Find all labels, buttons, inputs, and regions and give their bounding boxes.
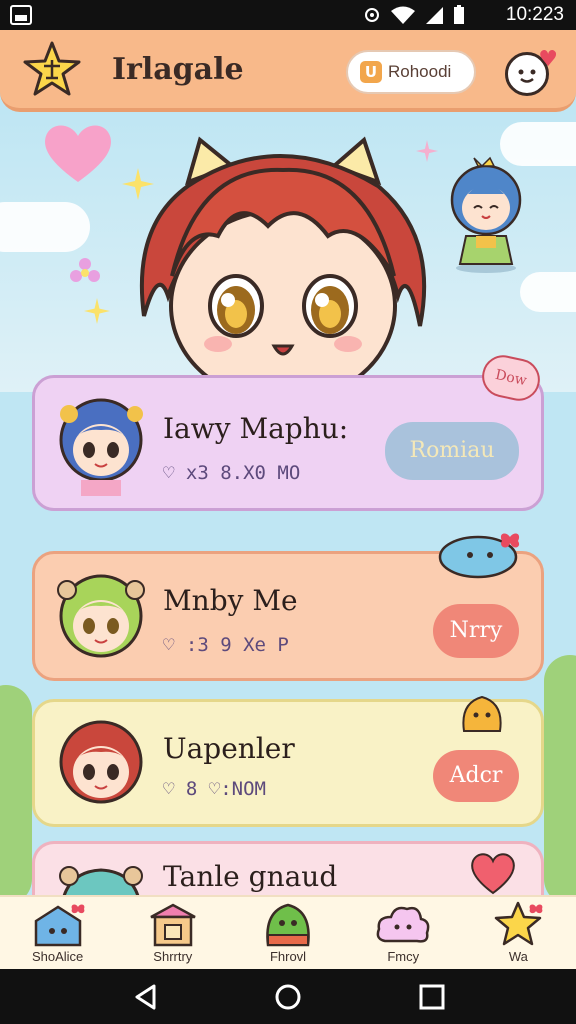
signal-icon	[426, 7, 443, 24]
item-tags: ♡ x3 8.X0 MO	[163, 462, 301, 484]
sparkle-icon	[84, 298, 110, 324]
status-icons	[362, 5, 466, 25]
item-tags: ♡ 8 ♡:NOM	[163, 778, 266, 800]
wifi-icon	[391, 6, 415, 24]
item-title: Uapenler	[163, 732, 295, 765]
app-title: Irlagale	[112, 52, 244, 87]
avatar	[59, 398, 143, 496]
app-bar: Irlagale U Rohoodi ♥	[0, 30, 576, 112]
bird-sticker	[438, 533, 520, 579]
pill-icon: U	[360, 61, 382, 83]
flower-icon	[70, 258, 100, 282]
item-action-button[interactable]: Nrry	[433, 604, 519, 658]
recents-icon[interactable]	[418, 983, 446, 1011]
system-nav-bar	[0, 969, 576, 1024]
nav-label: Shrrtry	[153, 949, 193, 964]
clock: 10:223	[505, 4, 564, 25]
hero-banner	[0, 112, 576, 392]
nav-item-shoalice[interactable]: ShoAlice	[0, 897, 115, 969]
status-bar: 10:223	[0, 0, 576, 30]
home-icon[interactable]	[274, 983, 302, 1011]
nav-label: Fhrovl	[269, 949, 307, 964]
cloud-decoration	[0, 202, 90, 252]
bottom-nav: ShoAlice Shrrtry Fhrovl Fmcy Wa	[0, 895, 576, 969]
item-title: Iawy Maphu:	[163, 412, 349, 445]
nav-item-fmcy[interactable]: Fmcy	[346, 897, 461, 969]
mini-character-illustration	[450, 156, 522, 273]
nav-item-fhrovl[interactable]: Fhrovl	[230, 897, 345, 969]
avatar	[59, 720, 143, 804]
slime-sticker	[462, 695, 502, 732]
item-title: Tanle gnaud	[163, 860, 338, 893]
battery-icon	[454, 5, 464, 24]
item-action-button[interactable]: Adcr	[433, 750, 519, 802]
house-icon	[34, 904, 84, 947]
nav-item-shrrtry[interactable]: Shrrtry	[115, 897, 230, 969]
hero-character-illustration	[139, 136, 427, 392]
avatar	[57, 574, 145, 658]
pink-heart-icon	[45, 125, 111, 182]
heart-sticker	[471, 853, 515, 895]
bush-decoration	[544, 655, 576, 905]
shop-icon	[150, 903, 196, 947]
cloud-icon	[376, 906, 430, 943]
star-icon	[495, 901, 543, 946]
back-icon[interactable]	[132, 983, 160, 1011]
list-item[interactable]: Iawy Maphu: ♡ x3 8.X0 MO Romiau	[32, 375, 544, 511]
nav-item-wa[interactable]: Wa	[461, 897, 576, 969]
item-action-button[interactable]: Romiau	[385, 422, 519, 480]
mascot-face-button[interactable]: ♥	[505, 47, 558, 96]
settings-icon	[365, 8, 379, 22]
nav-label: Fmcy	[387, 949, 420, 964]
heart-icon: ♥	[538, 47, 558, 72]
item-title: Mnby Me	[163, 584, 298, 617]
nav-label: Wa	[508, 949, 528, 964]
star-logo-icon[interactable]	[22, 40, 82, 100]
pill-label: Rohoodi	[388, 62, 452, 81]
gallery-notification-icon	[10, 5, 32, 25]
character-list: Iawy Maphu: ♡ x3 8.X0 MO Romiau Dow Mnby…	[0, 351, 576, 921]
profile-pill-button[interactable]: U Rohoodi	[346, 50, 476, 94]
nav-label: ShoAlice	[31, 949, 84, 964]
item-tags: ♡ :3 9 Xe P	[163, 634, 289, 656]
slime-icon	[266, 903, 310, 947]
bush-decoration	[0, 685, 32, 905]
cloud-decoration	[520, 272, 576, 312]
